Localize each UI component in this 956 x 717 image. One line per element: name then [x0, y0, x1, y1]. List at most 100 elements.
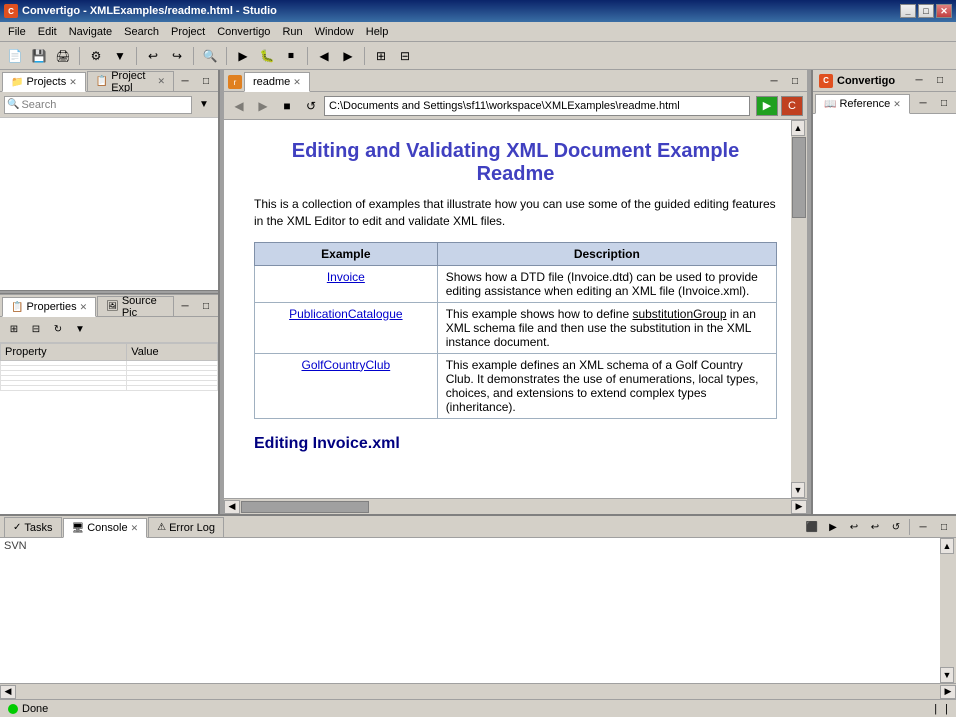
tab-properties[interactable]: 📋 Properties ✕: [2, 297, 96, 317]
back-nav-button[interactable]: ◀: [313, 45, 335, 67]
browser-convert-btn[interactable]: C: [781, 96, 803, 116]
tab-projects[interactable]: 📁 Projects ✕: [2, 72, 86, 92]
vertical-scrollbar[interactable]: ▲ ▼: [791, 120, 807, 498]
properties-table: Property Value: [0, 343, 218, 514]
tab-source-pic[interactable]: 🖼 Source Pic: [97, 296, 174, 316]
menu-help[interactable]: Help: [360, 24, 395, 40]
minimize-panel-btn[interactable]: ─: [175, 71, 195, 91]
dropdown-button[interactable]: ▼: [109, 45, 131, 67]
console-btn1[interactable]: ⬛: [802, 517, 822, 537]
tab-reference[interactable]: 📖 Reference ✕: [815, 94, 910, 114]
console-scrollbar[interactable]: ▲ ▼: [940, 538, 956, 683]
browser-go-btn[interactable]: ▶: [756, 96, 778, 116]
toolbar-separator-4: [226, 47, 227, 65]
prop-btn3[interactable]: ↻: [48, 320, 68, 340]
properties-tab-strip: 📋 Properties ✕ 🖼 Source Pic ─ □: [0, 295, 218, 317]
console-btn3[interactable]: ↩: [844, 517, 864, 537]
tab-readme-close[interactable]: ✕: [293, 77, 301, 88]
prop-minimize-btn[interactable]: ─: [175, 296, 195, 316]
tab-projects-close[interactable]: ✕: [69, 77, 77, 88]
expand-button[interactable]: ⊞: [370, 45, 392, 67]
convertigo-label: Convertigo: [837, 75, 895, 87]
browser-refresh-btn[interactable]: ↺: [300, 95, 322, 117]
menu-search[interactable]: Search: [118, 24, 165, 40]
prop-maximize-btn[interactable]: □: [196, 296, 216, 316]
projects-tree[interactable]: [0, 118, 218, 290]
ref-min-btn[interactable]: ─: [913, 93, 933, 113]
editor-viewport[interactable]: Editing and Validating XML Document Exam…: [224, 120, 807, 498]
main-toolbar: 📄 💾 🖨 ⚙ ▼ ↩ ↪ 🔍 ▶ 🐛 ⏹ ◀ ▶ ⊞ ⊟: [0, 42, 956, 70]
debug-button[interactable]: 🐛: [256, 45, 278, 67]
table-row-invoice: Invoice Shows how a DTD file (Invoice.dt…: [255, 265, 777, 302]
stop-run-button[interactable]: ⏹: [280, 45, 302, 67]
convertigo-max-btn[interactable]: □: [930, 71, 950, 91]
editor-maximize-btn[interactable]: □: [785, 71, 805, 91]
prop-toolbar: ⊞ ⊟ ↻ ▼: [0, 317, 218, 343]
left-panel: 📁 Projects ✕ 📋 Project Expl ✕ ─ □: [0, 70, 220, 514]
tab-console[interactable]: 🖥 Console ✕: [63, 518, 148, 538]
menu-file[interactable]: File: [2, 24, 32, 40]
browser-back-btn[interactable]: ◀: [228, 95, 250, 117]
golf-desc: This example defines an XML schema of a …: [437, 353, 776, 418]
status-bar: Done | |: [0, 699, 956, 717]
minimize-button[interactable]: _: [900, 4, 916, 18]
menu-project[interactable]: Project: [165, 24, 211, 40]
panels-row: 📁 Projects ✕ 📋 Project Expl ✕ ─ □: [0, 70, 956, 699]
prop-btn1[interactable]: ⊞: [4, 320, 24, 340]
title-bar-buttons: _ □ ✕: [900, 4, 952, 18]
publication-link[interactable]: PublicationCatalogue: [289, 307, 402, 321]
prop-btn2[interactable]: ⊟: [26, 320, 46, 340]
settings-button[interactable]: ⚙: [85, 45, 107, 67]
collapse-button[interactable]: ⊟: [394, 45, 416, 67]
tab-properties-close[interactable]: ✕: [80, 302, 88, 313]
console-h-scrollbar[interactable]: ◀ ▶: [0, 683, 956, 699]
console-text: SVN: [0, 538, 956, 554]
tab-console-close[interactable]: ✕: [131, 523, 139, 534]
tab-reference-label: Reference: [839, 98, 890, 110]
maximize-button[interactable]: □: [918, 4, 934, 18]
menu-edit[interactable]: Edit: [32, 24, 63, 40]
console-maximize-btn[interactable]: □: [934, 517, 954, 537]
invoice-link[interactable]: Invoice: [327, 270, 365, 284]
redo-button[interactable]: ↪: [166, 45, 188, 67]
horizontal-scrollbar[interactable]: ◀ ▶: [224, 498, 807, 514]
prop-btn4[interactable]: ▼: [70, 320, 90, 340]
tab-project-expl[interactable]: 📋 Project Expl ✕: [87, 71, 174, 91]
tab-project-expl-close[interactable]: ✕: [157, 76, 165, 87]
menu-convertigo[interactable]: Convertigo: [211, 24, 276, 40]
tab-projects-label: Projects: [26, 76, 66, 88]
console-btn4[interactable]: ↩: [865, 517, 885, 537]
run-button[interactable]: ▶: [232, 45, 254, 67]
console-btn5[interactable]: ↺: [886, 517, 906, 537]
convertigo-logo-area: C Convertigo ─ □: [813, 70, 956, 92]
console-minimize-btn[interactable]: ─: [913, 517, 933, 537]
save-button[interactable]: 💾: [28, 45, 50, 67]
new-button[interactable]: 📄: [4, 45, 26, 67]
projects-toolbar-btn1[interactable]: ▼: [194, 95, 214, 115]
ref-max-btn[interactable]: □: [934, 93, 954, 113]
search-toolbar-button[interactable]: 🔍: [199, 45, 221, 67]
close-button[interactable]: ✕: [936, 4, 952, 18]
undo-button[interactable]: ↩: [142, 45, 164, 67]
address-input[interactable]: [329, 100, 745, 112]
tab-tasks[interactable]: ✓ Tasks: [4, 517, 62, 537]
menu-run[interactable]: Run: [276, 24, 308, 40]
menu-window[interactable]: Window: [309, 24, 360, 40]
console-content[interactable]: SVN ▲ ▼: [0, 538, 956, 683]
browser-forward-btn[interactable]: ▶: [252, 95, 274, 117]
console-btn2[interactable]: ▶: [823, 517, 843, 537]
tab-error-log[interactable]: ⚠ Error Log: [148, 517, 224, 537]
maximize-panel-btn[interactable]: □: [196, 71, 216, 91]
golf-link[interactable]: GolfCountryClub: [301, 358, 390, 372]
tab-readme[interactable]: readme ✕: [244, 72, 310, 92]
forward-nav-button[interactable]: ▶: [337, 45, 359, 67]
status-right: | |: [934, 703, 948, 715]
menu-navigate[interactable]: Navigate: [63, 24, 118, 40]
convertigo-icon: C: [819, 74, 833, 88]
tab-reference-close[interactable]: ✕: [893, 99, 901, 110]
print-button[interactable]: 🖨: [52, 45, 74, 67]
tab-console-label: Console: [87, 522, 127, 534]
browser-stop-btn[interactable]: ■: [276, 95, 298, 117]
editor-minimize-btn[interactable]: ─: [764, 71, 784, 91]
convertigo-min-btn[interactable]: ─: [909, 71, 929, 91]
